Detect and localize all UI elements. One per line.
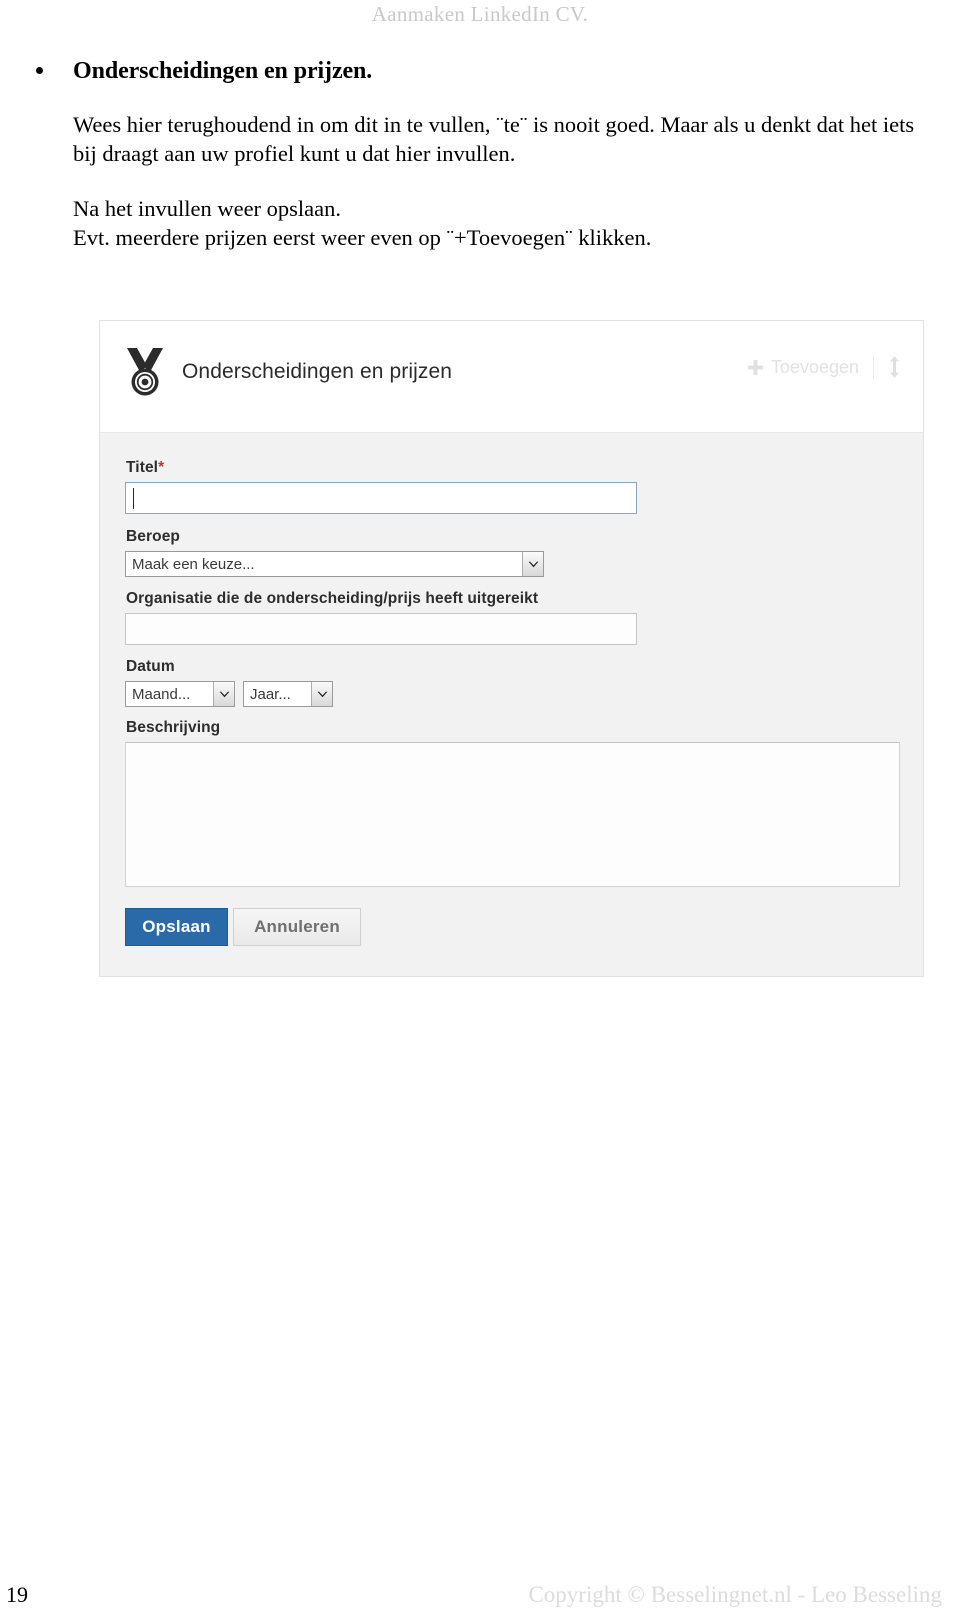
form-section-header: Onderscheidingen en prijzen Toevoegen [100,321,923,433]
datum-label: Datum [126,658,175,675]
chevron-down-icon [522,552,543,576]
linkedin-form-screenshot: Onderscheidingen en prijzen Toevoegen Ti… [99,320,924,977]
bullet-dot-icon [36,67,43,74]
datum-row: Maand... Jaar... [125,681,899,707]
chevron-down-icon [213,682,234,706]
plus-icon [747,359,763,375]
section-header-left: Onderscheidingen en prijzen [124,347,452,397]
section-title: Onderscheidingen en prijzen [182,360,453,383]
paragraph-instruction: Wees hier terughoudend in om dit in te v… [73,111,915,166]
page-number: 19 [6,1582,28,1607]
section-heading: Onderscheidingen en prijzen. [73,58,373,84]
text-cursor [133,488,134,509]
chevron-down-icon [311,682,332,706]
add-button[interactable]: Toevoegen [747,356,859,378]
titel-input[interactable] [125,482,637,514]
reorder-updown-icon[interactable] [888,356,901,378]
beschrijving-label: Beschrijving [126,719,221,736]
running-head: Aanmaken LinkedIn CV. [371,2,589,26]
beroep-select-value: Maak een keuze... [132,555,255,573]
document-body: Onderscheidingen en prijzen. Wees hier t… [0,58,960,253]
copyright-notice: Copyright © Besselingnet.nl - Leo Bessel… [528,1582,942,1607]
organisatie-label: Organisatie die de onderscheiding/prijs … [126,590,539,607]
beroep-select[interactable]: Maak een keuze... [125,551,544,577]
jaar-select[interactable]: Jaar... [243,681,333,707]
tip-line-save: Na het invullen weer opslaan. [73,196,342,222]
jaar-select-value: Jaar... [250,685,291,703]
add-button-label: Toevoegen [770,356,859,377]
beschrijving-textarea[interactable] [125,742,900,887]
maand-select[interactable]: Maand... [125,681,235,707]
beroep-label: Beroep [126,528,181,545]
titel-label: Titel* [126,459,899,477]
titel-label-text: Titel [126,459,159,476]
save-button[interactable]: Opslaan [125,908,228,946]
titel-required-marker: * [158,459,165,476]
section-header-actions: Toevoegen [747,347,901,379]
medal-icon [124,347,166,397]
organisatie-input[interactable] [125,613,637,645]
award-form: Titel* Beroep Maak een keuze... Organisa… [100,433,923,976]
tip-line-add: Evt. meerdere prijzen eerst weer even op… [73,225,652,251]
form-actions: Opslaan Annuleren [125,908,899,946]
bullet-list-item: Onderscheidingen en prijzen. [0,58,960,86]
maand-select-value: Maand... [132,685,191,703]
paragraph-tips: Na het invullen weer opslaan. Evt. meerd… [73,194,934,253]
header-divider [873,355,874,379]
cancel-button[interactable]: Annuleren [233,908,361,946]
